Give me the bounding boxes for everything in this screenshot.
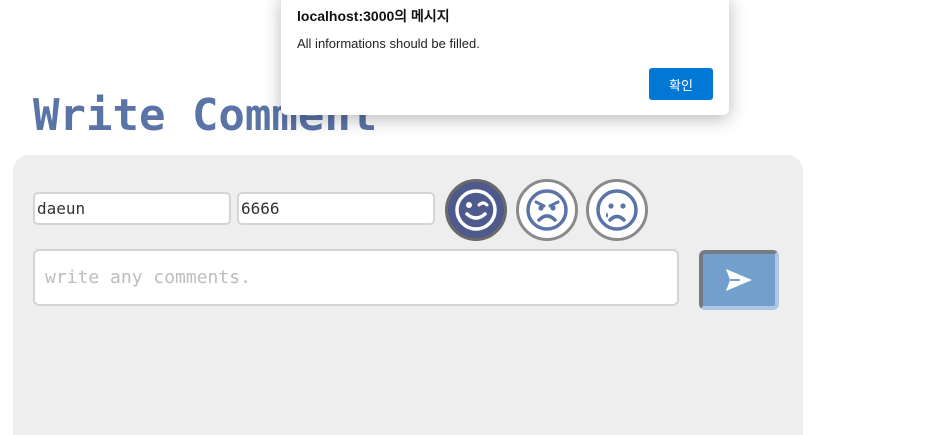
angry-face-icon <box>526 189 568 231</box>
emotion-wink-button[interactable] <box>445 179 507 241</box>
password-input[interactable] <box>237 192 435 225</box>
send-icon <box>726 269 752 291</box>
name-input[interactable] <box>33 192 231 225</box>
emotion-angry-button[interactable] <box>516 179 578 241</box>
alert-dialog: localhost:3000의 메시지 All informations sho… <box>281 0 729 115</box>
wink-face-icon <box>455 189 497 231</box>
send-button[interactable] <box>699 250 779 310</box>
dialog-ok-button[interactable]: 확인 <box>649 68 713 100</box>
dialog-message: All informations should be filled. <box>297 36 480 51</box>
page: Write Comment daeun 6666 write any comme… <box>0 0 927 435</box>
sad-face-icon <box>596 189 638 231</box>
comment-input[interactable] <box>33 249 679 306</box>
dialog-title: localhost:3000의 메시지 <box>297 8 450 24</box>
emotion-sad-button[interactable] <box>586 179 648 241</box>
